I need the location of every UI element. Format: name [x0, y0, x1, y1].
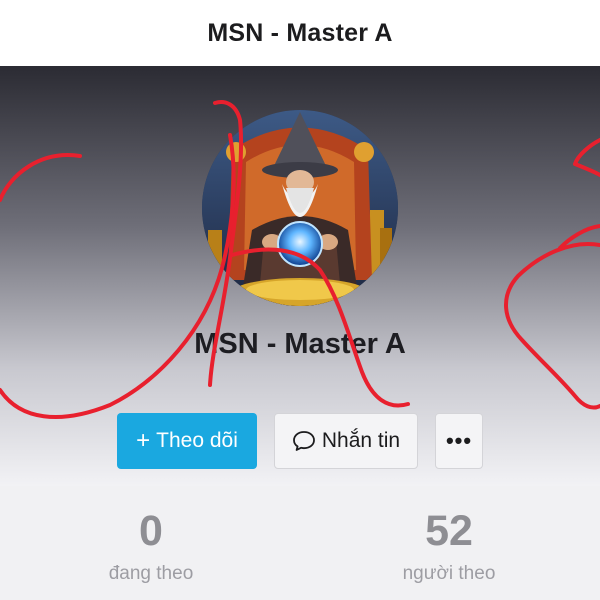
profile-avatar[interactable] [202, 110, 398, 306]
profile-actions: + Theo dõi Nhắn tin ••• [117, 413, 483, 469]
follow-label: Theo dõi [156, 429, 238, 452]
followers-label: người theo [402, 563, 496, 585]
top-bar: MSN - Master A [0, 0, 600, 66]
message-button[interactable]: Nhắn tin [274, 413, 418, 469]
chat-bubble-icon [292, 430, 316, 452]
wizard-avatar-icon [202, 110, 398, 306]
plus-icon: + [136, 427, 151, 454]
profile-name: MSN - Master A [194, 328, 406, 360]
message-label: Nhắn tin [321, 429, 401, 452]
followers-stat[interactable]: 52 người theo [349, 486, 549, 585]
following-label: đang theo [108, 563, 194, 585]
following-stat[interactable]: 0 đang theo [51, 486, 251, 585]
following-count: 0 [139, 507, 163, 555]
more-dots-icon: ••• [445, 428, 473, 453]
stats-bar: 0 đang theo 52 người theo [0, 486, 600, 600]
follow-button[interactable]: + Theo dõi [117, 413, 257, 469]
page-title: MSN - Master A [207, 18, 393, 47]
followers-count: 52 [425, 507, 473, 555]
more-options-button[interactable]: ••• [435, 413, 483, 469]
